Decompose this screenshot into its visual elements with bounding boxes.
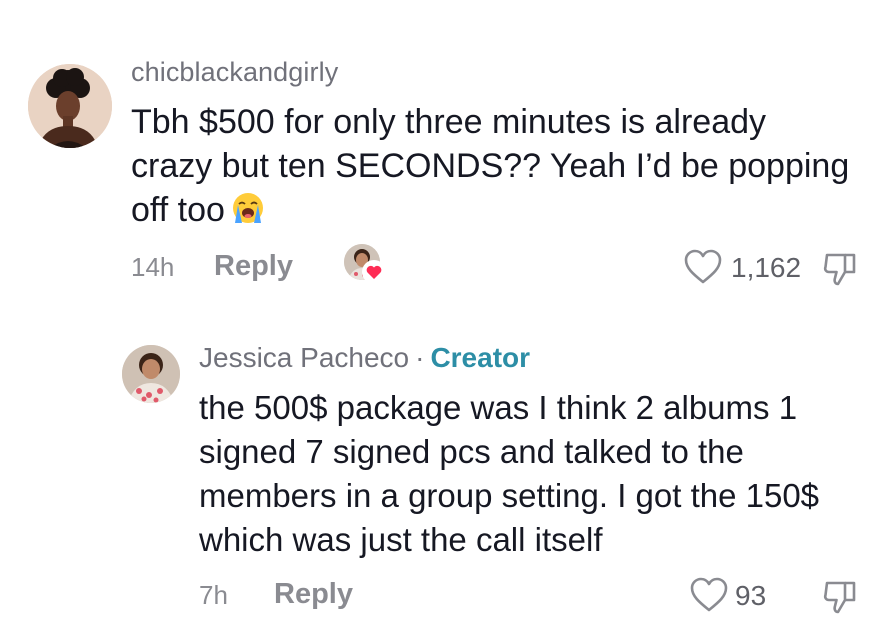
loudly-crying-face-icon <box>231 191 265 225</box>
heart-outline-icon[interactable] <box>683 248 723 286</box>
creator-liked-indicator <box>344 244 388 288</box>
comment-item: chicblackandgirly Tbh $500 for only thre… <box>0 0 892 300</box>
avatar[interactable] <box>28 64 112 148</box>
heart-badge-icon <box>362 260 386 284</box>
comment-text: Tbh $500 for only three minutes is alrea… <box>131 100 851 232</box>
reply-avatar[interactable] <box>122 345 180 403</box>
reply-username-row: Jessica Pacheco · Creator <box>199 342 530 374</box>
avatar-image <box>28 64 112 148</box>
avatar-image <box>122 345 180 403</box>
reply-text: the 500$ package was I think 2 albums 1 … <box>199 389 820 558</box>
reply-button[interactable]: Reply <box>274 578 353 611</box>
reply-meta: 7h Reply 93 <box>199 576 869 614</box>
comment-meta: 14h Reply 1,162 <box>131 244 871 286</box>
reply-username[interactable]: Jessica Pacheco <box>199 342 409 373</box>
heart-outline-icon[interactable] <box>689 576 729 614</box>
comment-timestamp: 14h <box>131 252 175 282</box>
thumbs-down-icon[interactable] <box>821 578 859 616</box>
comment-username[interactable]: chicblackandgirly <box>131 57 338 88</box>
creator-badge: Creator <box>430 342 531 373</box>
comment-thread: chicblackandgirly Tbh $500 for only thre… <box>0 0 892 640</box>
separator-dot: · <box>415 342 425 373</box>
like-count: 1,162 <box>731 252 802 283</box>
like-count: 93 <box>735 580 767 611</box>
thumbs-down-icon[interactable] <box>821 250 859 288</box>
reply-button[interactable]: Reply <box>214 250 293 283</box>
reply-timestamp: 7h <box>199 580 228 610</box>
